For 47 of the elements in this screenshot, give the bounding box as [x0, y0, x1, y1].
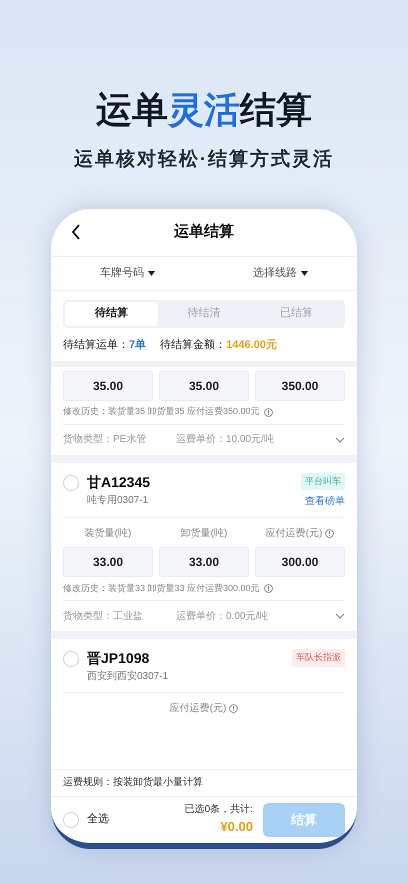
plate-number: 甘A12345 [87, 472, 152, 490]
chevron-down-icon[interactable] [335, 436, 345, 442]
view-weighbill-link[interactable]: 查看磅单 [305, 494, 345, 509]
order-checkbox[interactable] [63, 651, 79, 667]
headline: 运单灵活结算 [96, 88, 312, 132]
plate-number: 晋JP1098 [87, 649, 150, 667]
unit-price: 运费单价：0.00元/吨 [176, 610, 270, 624]
info-icon[interactable] [325, 529, 334, 538]
back-icon[interactable] [71, 224, 81, 240]
value-field[interactable]: 300.00 [255, 547, 345, 577]
field-label: 应付运费(元) [266, 526, 322, 541]
value-field[interactable]: 35.00 [159, 370, 249, 400]
caret-down-icon [301, 270, 308, 276]
field-label: 装货量(吨) [84, 526, 132, 541]
unit-price: 运费单价：10.00元/吨 [176, 432, 275, 447]
value-field[interactable]: 35.00 [63, 370, 153, 400]
route-name: 吨专用0307-1 [87, 494, 150, 508]
filter-dropdown[interactable]: 车牌号码 [100, 264, 155, 282]
summary-label: 待结算运单： [63, 338, 129, 354]
tab[interactable]: 待结算 [65, 302, 158, 326]
info-icon[interactable] [229, 704, 238, 713]
order-checkbox[interactable] [63, 474, 79, 490]
field-label: 卸货量(吨) [180, 526, 228, 541]
selected-count: 已选0条，共计: [184, 802, 253, 818]
caret-down-icon [148, 270, 155, 276]
screen-title: 运单结算 [173, 222, 235, 242]
value-field[interactable]: 33.00 [63, 547, 153, 577]
value-field[interactable]: 33.00 [159, 547, 249, 577]
total-amount: ¥0.00 [220, 818, 253, 836]
cargo-type: 货物类型：PE水管 [63, 432, 148, 447]
cargo-type: 货物类型：工业盐 [63, 610, 144, 624]
route-name: 西安到西安0307-1 [87, 670, 170, 684]
chevron-down-icon[interactable] [335, 613, 345, 619]
info-icon[interactable] [264, 408, 273, 416]
info-icon[interactable] [264, 584, 273, 593]
field-label: 应付运费(元) [170, 702, 226, 716]
edit-history: 修改历史：装货量35 卸货量35 应付运费350.00元 [63, 405, 260, 418]
value-field[interactable]: 350.00 [255, 370, 345, 400]
source-tag: 车队长指派 [292, 649, 345, 666]
subtitle: 运单核对轻松·结算方式灵活 [74, 148, 334, 172]
summary-value: 7单 [129, 338, 146, 354]
source-tag: 平台叫车 [301, 472, 345, 490]
summary-value: 1446.00元 [226, 338, 277, 354]
freight-rule: 运费规则：按装卸货最小量计算 [51, 768, 357, 796]
summary-label: 待结算金额： [160, 338, 226, 354]
edit-history: 修改历史：装货量33 卸货量33 应付运费300.00元 [63, 582, 260, 595]
filter-dropdown[interactable]: 选择线路 [253, 264, 308, 282]
